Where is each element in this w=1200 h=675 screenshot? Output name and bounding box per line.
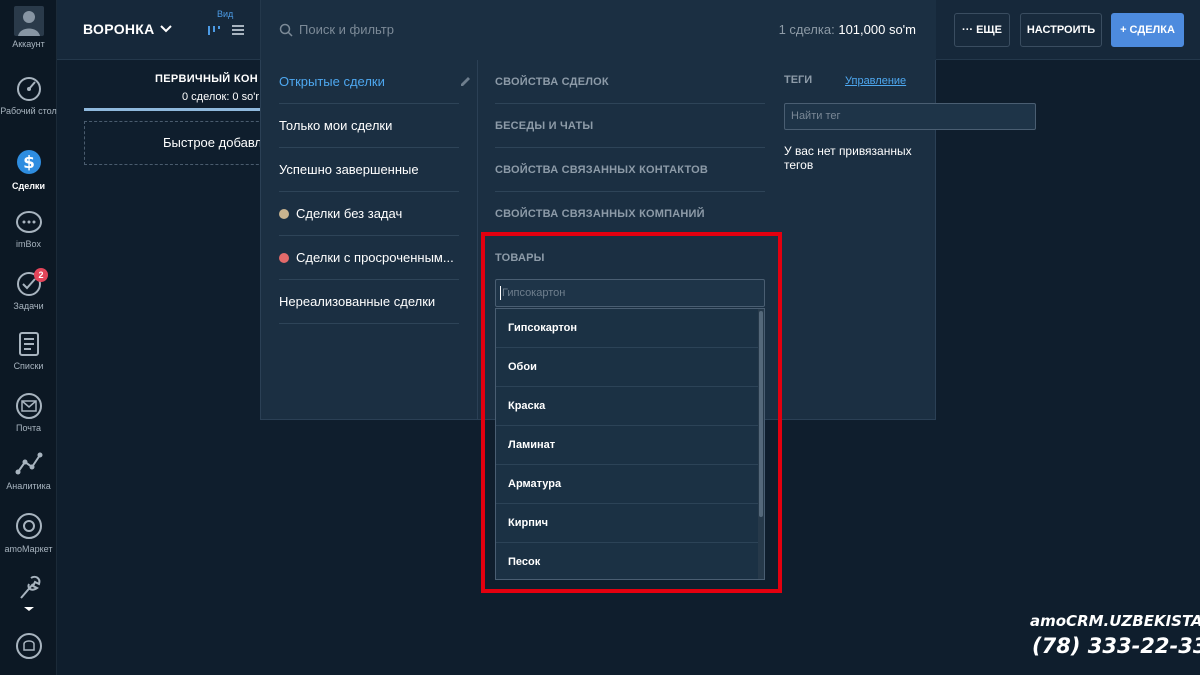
sidebar-item-label: imBox: [15, 239, 41, 249]
filter-label: Только мои сделки: [279, 118, 393, 133]
filter-label: Сделки с просроченным...: [296, 250, 454, 265]
setup-button[interactable]: НАСТРОИТЬ: [1020, 13, 1102, 47]
market-icon: [15, 513, 42, 539]
sidebar-item-mail[interactable]: Почта: [0, 392, 57, 433]
brand-phone: (78) 333-22-33: [1032, 634, 1200, 658]
search-icon: [279, 23, 293, 37]
deal-properties-section[interactable]: СВОЙСТВА СДЕЛОК: [495, 60, 765, 104]
filter-lost-deals[interactable]: Нереализованные сделки: [279, 280, 459, 324]
search-filter-bar[interactable]: Поиск и фильтр 1 сделка: 101,000 so'm: [260, 0, 936, 60]
sidebar-item-analytics[interactable]: Аналитика: [0, 450, 57, 491]
filter-won-deals[interactable]: Успешно завершенные: [279, 148, 459, 192]
deals-icon: $: [16, 150, 41, 174]
sidebar-item-market[interactable]: amoМаркет: [0, 511, 57, 554]
deal-count: 1 сделка:: [778, 22, 835, 37]
sidebar-item-label: Сделки: [12, 181, 45, 191]
account-nav[interactable]: Аккаунт: [0, 6, 57, 49]
account-label: Аккаунт: [12, 39, 45, 49]
funnel-select[interactable]: ВОРОНКА: [83, 21, 155, 37]
company-properties-section[interactable]: СВОЙСТВА СВЯЗАННЫХ КОМПАНИЙ: [495, 192, 765, 236]
sidebar-item-notifications[interactable]: [0, 630, 57, 665]
quick-add-button[interactable]: Быстрое добавле: [84, 121, 274, 165]
sidebar-item-label: Почта: [16, 423, 41, 433]
filter-label: Сделки без задач: [296, 206, 403, 221]
brand-logo: amoCRM.UZBEKISTAN: [1030, 612, 1200, 630]
wrench-icon: [19, 575, 40, 611]
highlight-frame: [481, 232, 782, 593]
status-dot: [279, 253, 289, 263]
sidebar-item-settings[interactable]: [0, 572, 57, 615]
pipeline-column-subtitle: 0 сделок: 0 so'r: [182, 91, 259, 103]
tags-manage-link[interactable]: Управление: [845, 75, 906, 87]
tasks-badge: 2: [34, 268, 48, 282]
pipeline-view-icon[interactable]: [207, 23, 221, 37]
deal-summary: 1 сделка: 101,000 so'm: [779, 22, 916, 37]
tags-label: ТЕГИ: [784, 74, 813, 86]
filter-label: Открытые сделки: [279, 74, 385, 89]
filter-label: Нереализованные сделки: [279, 294, 436, 309]
analytics-icon: [15, 452, 42, 475]
chats-section[interactable]: БЕСЕДЫ И ЧАТЫ: [495, 104, 765, 148]
tag-search-input[interactable]: Найти тег: [784, 103, 1036, 130]
preset-filters: Открытые сделки Только мои сделки Успешн…: [261, 60, 478, 420]
filter-my-deals[interactable]: Только мои сделки: [279, 104, 459, 148]
dashboard-icon: [16, 77, 41, 101]
list-view-icon[interactable]: [231, 23, 245, 37]
lists-icon: [18, 332, 39, 356]
pencil-icon[interactable]: [459, 75, 472, 88]
deal-sum: 101,000 so'm: [838, 22, 916, 37]
svg-text:$: $: [23, 153, 35, 173]
chevron-down-icon[interactable]: [159, 22, 173, 36]
tags-empty-message: У вас нет привязанных тегов: [784, 144, 912, 172]
pipeline-column-title: ПЕРВИЧНЫЙ КОН: [155, 73, 258, 85]
top-bar: ВОРОНКА Вид Поиск и фильтр 1 сделка: 101…: [57, 0, 1200, 60]
sidebar-item-deals[interactable]: $ Сделки: [0, 146, 57, 191]
avatar-icon: [13, 6, 44, 36]
contact-properties-section[interactable]: СВОЙСТВА СВЯЗАННЫХ КОНТАКТОВ: [495, 148, 765, 192]
sidebar-item-label: Списки: [13, 361, 44, 371]
sidebar-item-imbox[interactable]: imBox: [0, 210, 57, 249]
new-deal-button[interactable]: + СДЕЛКА: [1111, 13, 1184, 47]
filter-overdue[interactable]: Сделки с просроченным...: [279, 236, 459, 280]
sidebar-item-lists[interactable]: Списки: [0, 330, 57, 371]
mail-icon: [15, 393, 42, 419]
sidebar-item-dashboard[interactable]: Рабочий стол: [0, 75, 57, 116]
bell-icon: [15, 633, 42, 659]
sidebar-item-label: Задачи: [13, 301, 44, 311]
sidebar-item-label: amoМаркет: [4, 544, 53, 554]
status-dot: [279, 209, 289, 219]
left-sidebar: Аккаунт Рабочий стол $ Сделки imBox 2 За…: [0, 0, 57, 675]
filter-open-deals[interactable]: Открытые сделки: [279, 60, 470, 104]
sidebar-item-label: Аналитика: [6, 481, 51, 491]
sidebar-item-label: Рабочий стол: [0, 106, 57, 116]
filter-label: Успешно завершенные: [279, 162, 419, 177]
filter-no-tasks[interactable]: Сделки без задач: [279, 192, 459, 236]
sidebar-item-tasks[interactable]: 2 Задачи: [0, 268, 57, 311]
column-stage-bar: [84, 108, 264, 111]
more-button[interactable]: ··· ЕЩЕ: [954, 13, 1010, 47]
view-label: Вид: [217, 9, 234, 19]
chat-icon: [15, 211, 42, 233]
search-input[interactable]: Поиск и фильтр: [299, 22, 394, 37]
